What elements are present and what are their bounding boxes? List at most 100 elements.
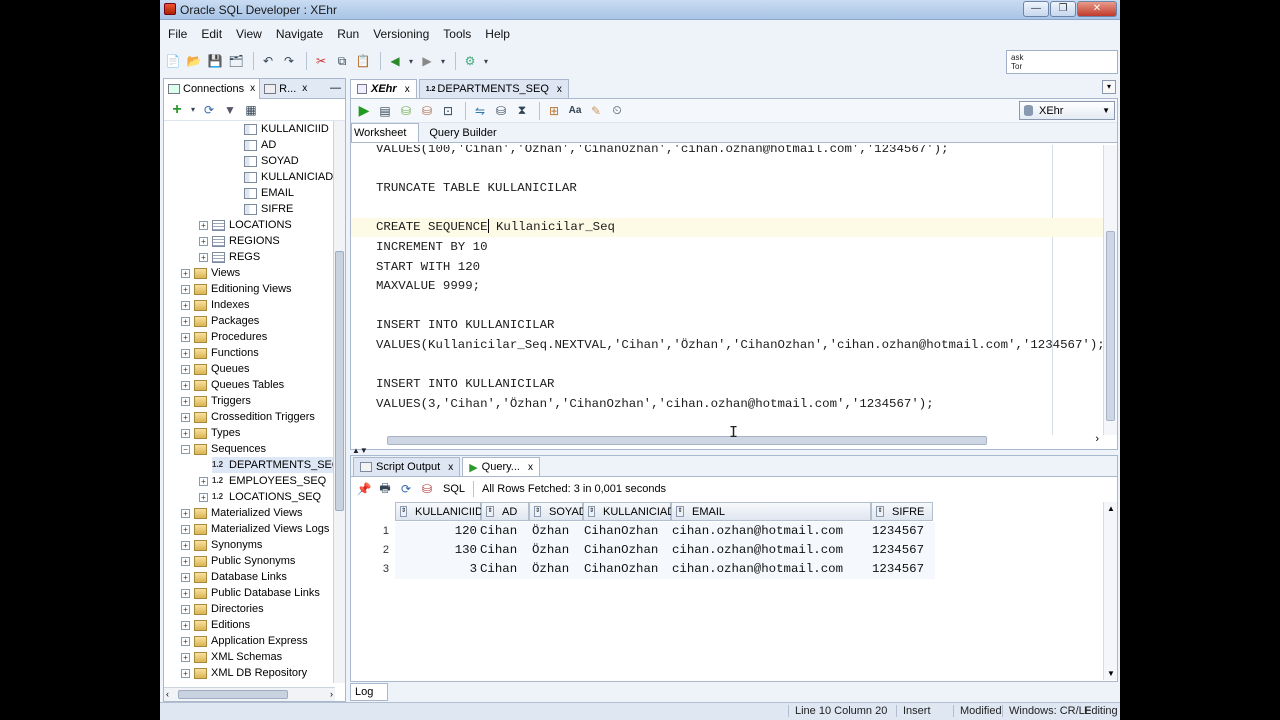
tab-departments-seq[interactable]: 1.2 DEPARTMENTS_SEQ x xyxy=(418,79,569,98)
expand-icon[interactable]: + xyxy=(181,556,190,566)
to-upper-icon[interactable]: Aa xyxy=(566,102,584,120)
minimize-button[interactable]: — xyxy=(1023,1,1049,17)
undo-icon[interactable]: ↶ xyxy=(259,52,277,70)
expand-icon[interactable]: + xyxy=(181,588,190,598)
code-line[interactable]: VALUES(Kullanicilar_Seq.NEXTVAL,'Cihan',… xyxy=(376,336,1103,355)
column-header[interactable]: ⇕ KULLANICIAD xyxy=(583,502,675,521)
results-vertical-scrollbar[interactable]: ▲ ▼ xyxy=(1103,502,1117,680)
scroll-right-icon[interactable]: › xyxy=(330,689,333,699)
commit-icon[interactable]: ⛁ xyxy=(397,102,415,120)
tree-item[interactable]: +1.2 LOCATIONS_SEQ xyxy=(199,489,335,505)
search-input[interactable]: ask Tor xyxy=(1006,50,1118,74)
editor-horizontal-scrollbar[interactable]: › xyxy=(387,433,1103,447)
table-cell[interactable]: CihanOzhan xyxy=(584,541,672,560)
tab-connections[interactable]: Connections x xyxy=(164,78,261,99)
table-cell[interactable]: 1234567 xyxy=(872,541,934,560)
menu-tools[interactable]: Tools xyxy=(443,27,471,41)
column-header[interactable]: ⇕ EMAIL xyxy=(671,502,871,521)
expand-icon[interactable]: + xyxy=(181,284,190,294)
tab-xehr[interactable]: XEhr x xyxy=(350,79,417,98)
refresh-icon[interactable]: ⟳ xyxy=(397,480,415,498)
expand-icon[interactable]: + xyxy=(199,476,208,486)
run-statement-icon[interactable]: ▶ xyxy=(355,102,373,120)
tree-item[interactable]: + XML DB Repository xyxy=(181,665,307,681)
tab-list-dropdown-icon[interactable]: ▾ xyxy=(1102,80,1116,94)
expand-icon[interactable]: + xyxy=(181,300,190,310)
table-cell[interactable]: 1234567 xyxy=(872,522,934,541)
tab-query-result[interactable]: ▶ Query... x xyxy=(462,457,540,476)
tree-item[interactable]: EMAIL xyxy=(244,185,294,201)
tree-item[interactable]: + Materialized Views xyxy=(181,505,303,521)
eraser-icon[interactable]: ✎ xyxy=(587,102,605,120)
tree-item[interactable]: + Queues xyxy=(181,361,250,377)
table-cell[interactable]: 130 xyxy=(395,541,477,560)
autotrace-icon[interactable]: ⧗ xyxy=(513,102,531,120)
sql-tuning-icon[interactable]: ⇋ xyxy=(471,102,489,120)
editor-hscroll-thumb[interactable] xyxy=(387,436,987,445)
expand-icon[interactable]: + xyxy=(181,508,190,518)
tree-item[interactable]: + XML Schemas xyxy=(181,649,282,665)
tree-scroll-thumb[interactable] xyxy=(335,251,344,511)
expand-icon[interactable]: + xyxy=(181,428,190,438)
tree-item[interactable]: + LOCATIONS xyxy=(199,217,292,233)
tree-item[interactable]: 1.2 DEPARTMENTS_SEQ xyxy=(212,457,335,473)
tree-item[interactable]: + Packages xyxy=(181,313,259,329)
table-cell[interactable]: cihan.ozhan@hotmail.com xyxy=(672,560,872,579)
code-line[interactable]: VALUES(100,'Cihan','Özhan','CihanOzhan',… xyxy=(376,145,949,159)
save-icon[interactable]: 💾 xyxy=(206,52,224,70)
pin-icon[interactable]: 📌 xyxy=(355,480,373,498)
back-dropdown-icon[interactable]: ▾ xyxy=(407,52,415,70)
add-dropdown-icon[interactable]: ▾ xyxy=(189,101,197,119)
tree-item[interactable]: + Views xyxy=(181,265,240,281)
tree-item[interactable]: +Scheduler xyxy=(181,681,261,683)
expand-icon[interactable]: + xyxy=(181,268,190,278)
tree-item[interactable]: + Procedures xyxy=(181,329,267,345)
tree-item[interactable]: + Public Synonyms xyxy=(181,553,295,569)
expand-icon[interactable]: + xyxy=(181,332,190,342)
tree-item[interactable]: + Editions xyxy=(181,617,250,633)
table-cell[interactable]: cihan.ozhan@hotmail.com xyxy=(672,522,872,541)
menu-help[interactable]: Help xyxy=(485,27,510,41)
copy-icon[interactable]: ⧉ xyxy=(333,52,351,70)
expand-icon[interactable]: + xyxy=(181,348,190,358)
expand-icon[interactable]: + xyxy=(181,396,190,406)
tab-query-builder[interactable]: Query Builder xyxy=(427,127,502,142)
column-header[interactable]: ⇕ KULLANICIID xyxy=(395,502,483,521)
table-cell[interactable]: Özhan xyxy=(532,522,584,541)
table-cell[interactable]: 3 xyxy=(395,560,477,579)
tab-log[interactable]: Log xyxy=(350,683,388,701)
code-line[interactable]: INSERT INTO KULLANICILAR xyxy=(376,375,554,394)
history-icon[interactable]: ⏲ xyxy=(608,102,626,120)
tree-item[interactable]: + Directories xyxy=(181,601,264,617)
expand-icon[interactable]: + xyxy=(181,540,190,550)
paste-icon[interactable]: 📋 xyxy=(354,52,372,70)
code-line[interactable]: MAXVALUE 9999; xyxy=(376,277,480,296)
table-cell[interactable]: CihanOzhan xyxy=(584,522,672,541)
table-cell[interactable]: Cihan xyxy=(480,522,530,541)
splitter-arrows-icon[interactable]: ▲▼ xyxy=(352,446,368,455)
scroll-up-icon[interactable]: ▲ xyxy=(1107,504,1115,513)
scroll-down-icon[interactable]: ▼ xyxy=(1107,669,1115,678)
expand-icon[interactable]: + xyxy=(181,604,190,614)
explain-plan-icon[interactable]: ⛁ xyxy=(492,102,510,120)
add-connection-icon[interactable]: + xyxy=(168,101,186,119)
code-line[interactable]: INCREMENT BY 10 xyxy=(376,238,488,257)
run-script-icon[interactable]: ▤ xyxy=(376,102,394,120)
code-line[interactable]: INSERT INTO KULLANICILAR xyxy=(376,316,554,335)
close-tab-xehr[interactable]: x xyxy=(405,84,410,95)
menu-view[interactable]: View xyxy=(236,27,262,41)
expand-icon[interactable]: + xyxy=(181,412,190,422)
tree-item[interactable]: + Types xyxy=(181,425,240,441)
column-header[interactable]: ⇕ AD xyxy=(481,502,529,521)
migration-dropdown-icon[interactable]: ▾ xyxy=(482,52,490,70)
code-line[interactable]: START WITH 120 xyxy=(376,258,480,277)
column-header[interactable]: ⇕ SOYAD xyxy=(529,502,587,521)
cut-icon[interactable]: ✂ xyxy=(312,52,330,70)
editor-scroll-thumb[interactable] xyxy=(1106,231,1115,421)
connection-select[interactable]: XEhr ▼ xyxy=(1019,101,1115,120)
minimize-panel-button[interactable]: — xyxy=(330,82,341,94)
code-editor[interactable]: VALUES(100,'Cihan','Özhan','CihanOzhan',… xyxy=(351,145,1103,435)
tree-vertical-scrollbar[interactable] xyxy=(333,121,345,683)
code-line[interactable]: TRUNCATE TABLE KULLANICILAR xyxy=(376,179,577,198)
tree-item[interactable]: KULLANICIAD xyxy=(244,169,333,185)
